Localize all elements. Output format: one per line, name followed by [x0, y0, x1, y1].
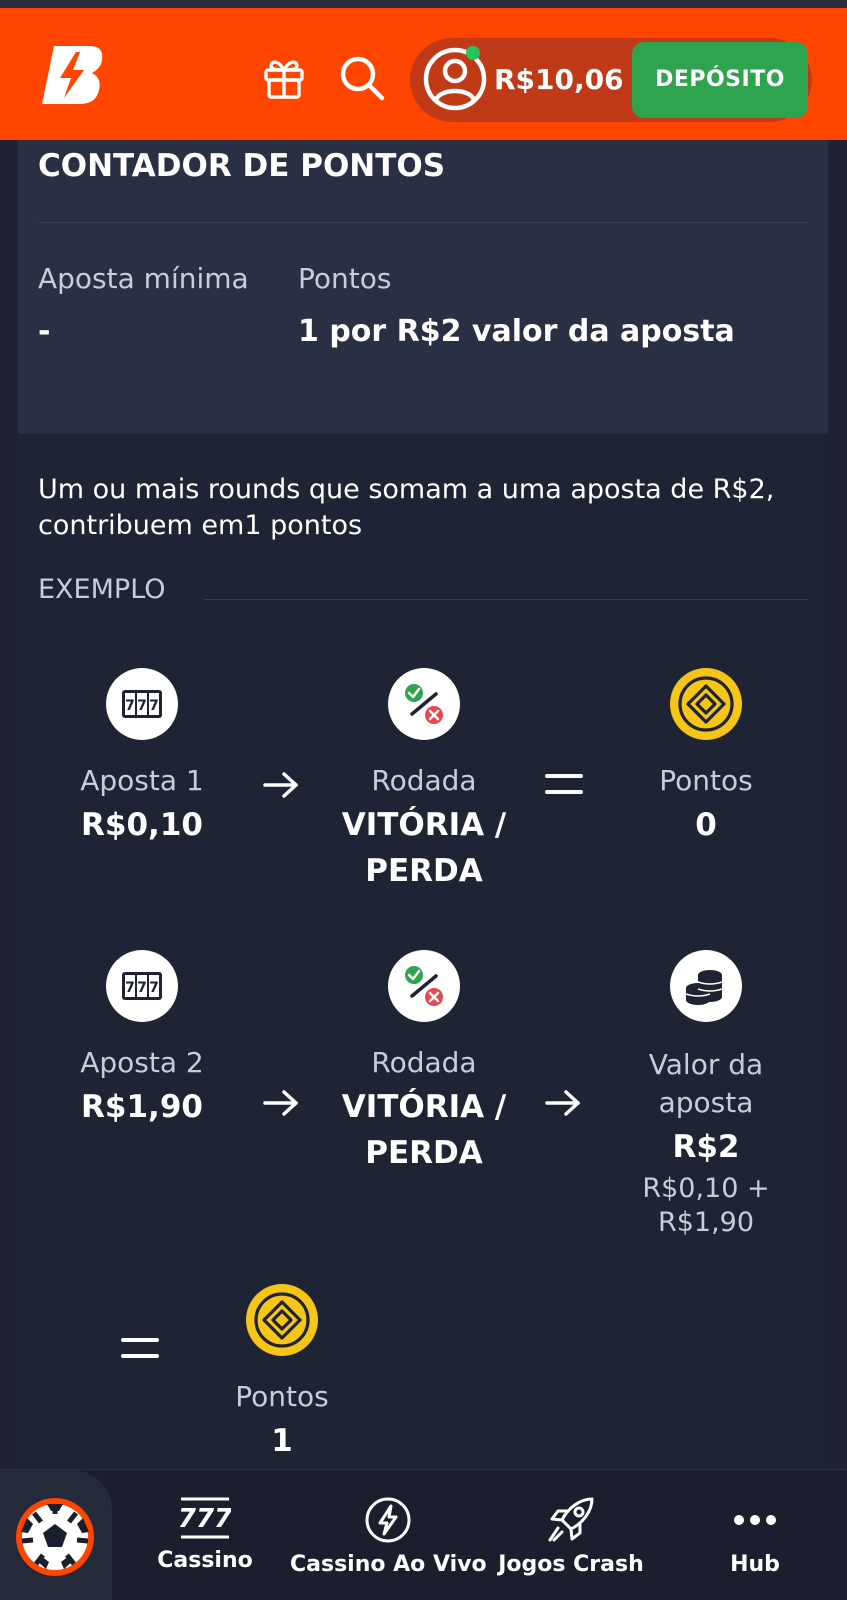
sports-tab[interactable] [0, 1470, 112, 1600]
points-counter-title: CONTADOR DE PONTOS [38, 148, 446, 184]
bet-total-label-line-2: aposta [658, 1086, 754, 1119]
slots-777-icon: 7 7 7 [106, 950, 178, 1022]
nav-cassino-label: Cassino [157, 1548, 253, 1573]
nav-hub[interactable]: Hub [680, 1470, 830, 1600]
bet-total-breakdown-line-2: R$1,90 [657, 1207, 755, 1238]
balance-amount: R$10,06 [494, 63, 624, 96]
nav-jogos-crash[interactable]: Jogos Crash [496, 1470, 646, 1600]
min-bet-value: - [38, 314, 51, 349]
min-bet-label: Aposta mínima [38, 262, 249, 295]
svg-text:7: 7 [137, 698, 147, 714]
account-balance-pill[interactable]: R$10,06 DEPÓSITO [410, 38, 812, 122]
nav-cassino-ao-vivo[interactable]: Cassino Ao Vivo [290, 1470, 487, 1600]
round-2-value-line-1: VITÓRIA / [341, 1089, 507, 1125]
bet-total-label: Valor da aposta [616, 1046, 796, 1122]
bottom-navigation: 777 Cassino Cassino Ao Vivo Jogos Crash … [0, 1469, 847, 1600]
online-status-dot [466, 46, 480, 60]
deposit-button[interactable]: DEPÓSITO [632, 42, 808, 118]
bet-1-label: Aposta 1 [80, 764, 204, 797]
bet-total-label-line-1: Valor da [648, 1048, 764, 1081]
coin-stack-icon [670, 950, 742, 1022]
result-points-value: 1 [271, 1423, 293, 1459]
round-2-label: Rodada [371, 1046, 477, 1079]
round-1-label: Rodada [371, 764, 477, 797]
search-icon[interactable] [338, 54, 386, 102]
equals-icon [121, 1338, 159, 1358]
bet-2-value: R$1,90 [81, 1089, 203, 1125]
svg-text:7: 7 [149, 980, 159, 996]
svg-text:777: 777 [179, 1504, 231, 1534]
nav-hub-label: Hub [730, 1552, 780, 1577]
svg-text:7: 7 [149, 698, 159, 714]
bet-2-label: Aposta 2 [80, 1046, 204, 1079]
points-rate-value: 1 por R$2 valor da aposta [298, 314, 735, 349]
lightning-icon [365, 1497, 411, 1543]
result-points-label: Pontos [235, 1380, 329, 1413]
round-1-value: VITÓRIA / PERDA [314, 802, 534, 894]
points-coin-icon [670, 668, 742, 740]
nav-cassino[interactable]: 777 Cassino [130, 1470, 280, 1600]
nav-cassino-ao-vivo-label: Cassino Ao Vivo [290, 1552, 487, 1577]
points-explanation-card: Um ou mais rounds que somam a uma aposta… [18, 434, 828, 1469]
points-1-label: Pontos [659, 764, 753, 797]
gift-icon[interactable] [262, 54, 306, 100]
app-header: R$10,06 DEPÓSITO [0, 8, 847, 140]
bet-total-value: R$2 [672, 1129, 740, 1165]
points-coin-icon [246, 1284, 318, 1356]
round-1-value-line-2: PERDA [365, 853, 483, 889]
win-loss-icon [388, 950, 460, 1022]
points-description: Um ou mais rounds que somam a uma aposta… [38, 474, 775, 541]
status-strip [0, 0, 847, 8]
example-divider [204, 599, 808, 600]
svg-text:7: 7 [125, 980, 135, 996]
bet-total-breakdown: R$0,10 + R$1,90 [616, 1172, 796, 1240]
example-label: EXEMPLO [38, 574, 166, 605]
win-loss-icon [388, 668, 460, 740]
arrow-right-icon [263, 1090, 298, 1116]
slots-777-icon: 777 [179, 1497, 231, 1539]
points-1-value: 0 [695, 807, 717, 843]
bet-total-breakdown-line-1: R$0,10 + [642, 1173, 770, 1204]
bet-1-value: R$0,10 [81, 807, 203, 843]
more-dots-icon [734, 1515, 776, 1525]
round-1-value-line-1: VITÓRIA / [341, 807, 507, 843]
round-2-value: VITÓRIA / PERDA [314, 1084, 534, 1176]
round-2-value-line-2: PERDA [365, 1135, 483, 1171]
svg-text:7: 7 [137, 980, 147, 996]
soccer-ball-icon[interactable] [14, 1496, 96, 1578]
slots-777-icon: 7 7 7 [106, 668, 178, 740]
nav-jogos-crash-label: Jogos Crash [498, 1552, 644, 1577]
svg-text:7: 7 [125, 698, 135, 714]
points-rate-label: Pontos [298, 262, 392, 295]
divider [38, 222, 808, 223]
equals-icon [545, 774, 583, 794]
points-counter-card: CONTADOR DE PONTOS Aposta mínima - Ponto… [18, 140, 828, 434]
arrow-right-icon [263, 772, 298, 798]
brand-logo-icon[interactable] [38, 42, 106, 108]
rocket-icon [548, 1497, 594, 1542]
arrow-right-icon [545, 1090, 580, 1116]
